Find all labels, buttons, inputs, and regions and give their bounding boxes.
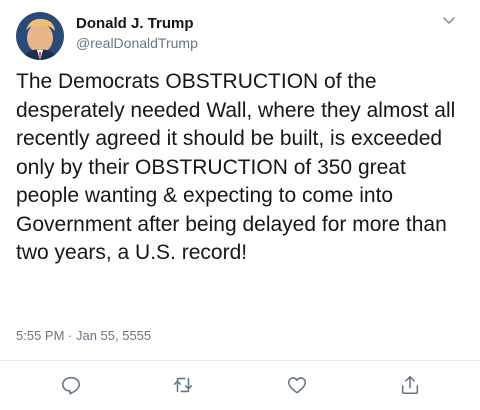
divider [0,360,480,361]
retweet-button[interactable] [172,374,194,396]
share-icon [401,375,419,395]
chevron-down-icon[interactable] [440,14,458,28]
tweet-text: The Democrats OBSTRUCTION of the despera… [16,70,456,264]
display-name[interactable]: Donald J. Trump [76,14,198,33]
reply-button[interactable] [60,374,82,396]
share-button[interactable] [399,374,421,396]
heart-icon [287,377,307,394]
avatar[interactable] [16,12,64,60]
avatar-image [16,12,64,60]
like-button[interactable] [286,374,308,396]
tweet-card: Donald J. Trump @realDonaldTrump The Dem… [0,0,480,410]
reply-icon [61,376,81,395]
user-handle[interactable]: @realDonaldTrump [76,34,198,53]
tweet-timestamp[interactable]: 5:55 PM · Jan 55, 5555 [16,328,151,343]
author-info: Donald J. Trump @realDonaldTrump [76,14,198,53]
retweet-icon [173,377,193,393]
